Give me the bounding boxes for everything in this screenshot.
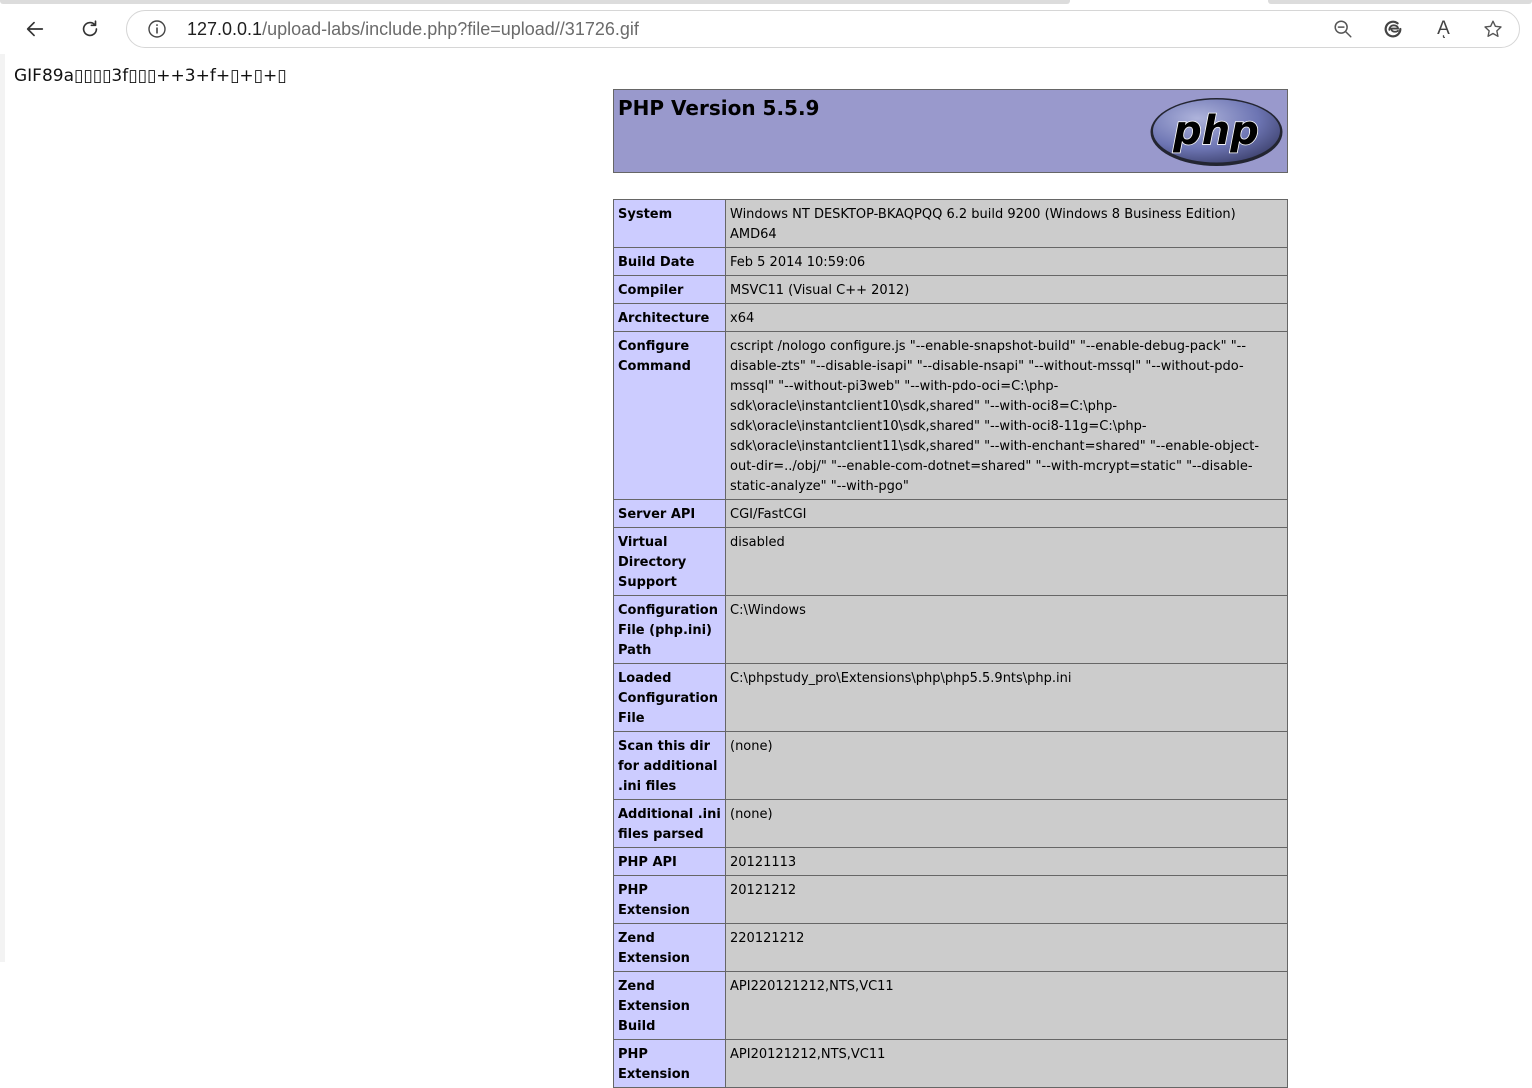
edge-extension-icon (1384, 20, 1402, 38)
favorite-button[interactable] (1481, 17, 1505, 41)
row-key: Server API (613, 499, 726, 528)
back-button[interactable] (18, 12, 52, 46)
php-logo[interactable]: php (1149, 96, 1284, 168)
row-value: Feb 5 2014 10:59:06 (725, 247, 1288, 276)
row-value: Windows NT DESKTOP-BKAQPQQ 6.2 build 920… (725, 199, 1288, 248)
row-key: Additional .ini files parsed (613, 799, 726, 848)
row-value: (none) (725, 731, 1288, 800)
table-row: Zend Extension Build API220121212,NTS,VC1… (613, 971, 1288, 1040)
row-key: Architecture (613, 303, 726, 332)
back-arrow-icon (26, 21, 44, 37)
table-row: Configure Command cscript /nologo configu… (613, 331, 1288, 500)
url-host: 127.0.0.1 (187, 19, 263, 39)
row-key: PHP API (613, 847, 726, 876)
table-row: PHP Extension API20121212,NTS,VC11 (613, 1039, 1288, 1088)
row-value: (none) (725, 799, 1288, 848)
row-key: Scan this dir for additional .ini files (613, 731, 726, 800)
row-key: Virtual Directory Support (613, 527, 726, 596)
zoom-out-icon (1334, 20, 1352, 38)
row-value: cscript /nologo configure.js "--enable-s… (725, 331, 1288, 500)
table-row: Configuration File (php.ini) Path C:\Wind… (613, 595, 1288, 664)
php-version-title: PHP Version 5.5.9 (618, 96, 820, 120)
page-content: GIF89a▯▯▯▯3f▯▯▯++3+f+▯+▯+▯ PHP Version 5… (0, 54, 1532, 1088)
reload-button[interactable] (73, 12, 107, 46)
row-key: Configuration File (php.ini) Path (613, 595, 726, 664)
url-path: /upload-labs/include.php?file=upload//31… (262, 19, 639, 39)
table-row: PHP API 20121113 (613, 847, 1288, 876)
row-value: MSVC11 (Visual C++ 2012) (725, 275, 1288, 304)
table-row: Scan this dir for additional .ini files(… (613, 731, 1288, 800)
table-row: System Windows NT DESKTOP-BKAQPQQ 6.2 bui… (613, 199, 1288, 248)
row-key: PHP Extension (613, 875, 726, 924)
phpinfo-panel: PHP Version 5.5.9 php System Windows NT D… (613, 89, 1288, 1088)
table-row: Server API CGI/FastCGI (613, 499, 1288, 528)
row-value: C:\Windows (725, 595, 1288, 664)
phpinfo-header: PHP Version 5.5.9 php (613, 89, 1288, 173)
edge-extension-button[interactable] (1381, 17, 1405, 41)
row-value: 20121212 (725, 875, 1288, 924)
row-value: C:\phpstudy_pro\Extensions\php\php5.5.9n… (725, 663, 1288, 732)
row-value: 20121113 (725, 847, 1288, 876)
row-key: Configure Command (613, 331, 726, 500)
table-row: Zend Extension 220121212 (613, 923, 1288, 972)
row-value: 220121212 (725, 923, 1288, 972)
table-row: Build Date Feb 5 2014 10:59:06 (613, 247, 1288, 276)
table-row: Loaded Configuration File C:\phpstudy_pro… (613, 663, 1288, 732)
row-key: Loaded Configuration File (613, 663, 726, 732)
row-key: Zend Extension (613, 923, 726, 972)
row-key: System (613, 199, 726, 248)
reload-icon (82, 20, 98, 37)
row-value: API20121212,NTS,VC11 (725, 1039, 1288, 1088)
row-key: Zend Extension Build (613, 971, 726, 1040)
row-value: disabled (725, 527, 1288, 596)
table-row: Architecture x64 (613, 303, 1288, 332)
address-bar[interactable]: 127.0.0.1/upload-labs/include.php?file=u… (126, 10, 1520, 48)
table-row: Compiler MSVC11 (Visual C++ 2012) (613, 275, 1288, 304)
table-row: Virtual Directory Support disabled (613, 527, 1288, 596)
phpinfo-table: System Windows NT DESKTOP-BKAQPQQ 6.2 bui… (613, 199, 1288, 1088)
gif-header-text: GIF89a▯▯▯▯3f▯▯▯++3+f+▯+▯+▯ (14, 66, 287, 86)
row-key: Build Date (613, 247, 726, 276)
star-icon (1484, 20, 1502, 38)
row-value: API220121212,NTS,VC11 (725, 971, 1288, 1040)
row-value: CGI/FastCGI (725, 499, 1288, 528)
php-logo-text: php (1172, 108, 1259, 154)
row-value: x64 (725, 303, 1288, 332)
read-aloud-button[interactable]: Aͅ (1431, 17, 1455, 41)
table-row: PHP Extension 20121212 (613, 875, 1288, 924)
table-row: Additional .ini files parsed (none) (613, 799, 1288, 848)
info-icon[interactable] (147, 19, 167, 39)
row-key: Compiler (613, 275, 726, 304)
zoom-out-button[interactable] (1331, 17, 1355, 41)
read-aloud-icon: Aͅ (1437, 18, 1450, 39)
url-text[interactable]: 127.0.0.1/upload-labs/include.php?file=u… (187, 11, 639, 47)
row-key: PHP Extension (613, 1039, 726, 1088)
browser-toolbar: 127.0.0.1/upload-labs/include.php?file=u… (0, 4, 1532, 54)
